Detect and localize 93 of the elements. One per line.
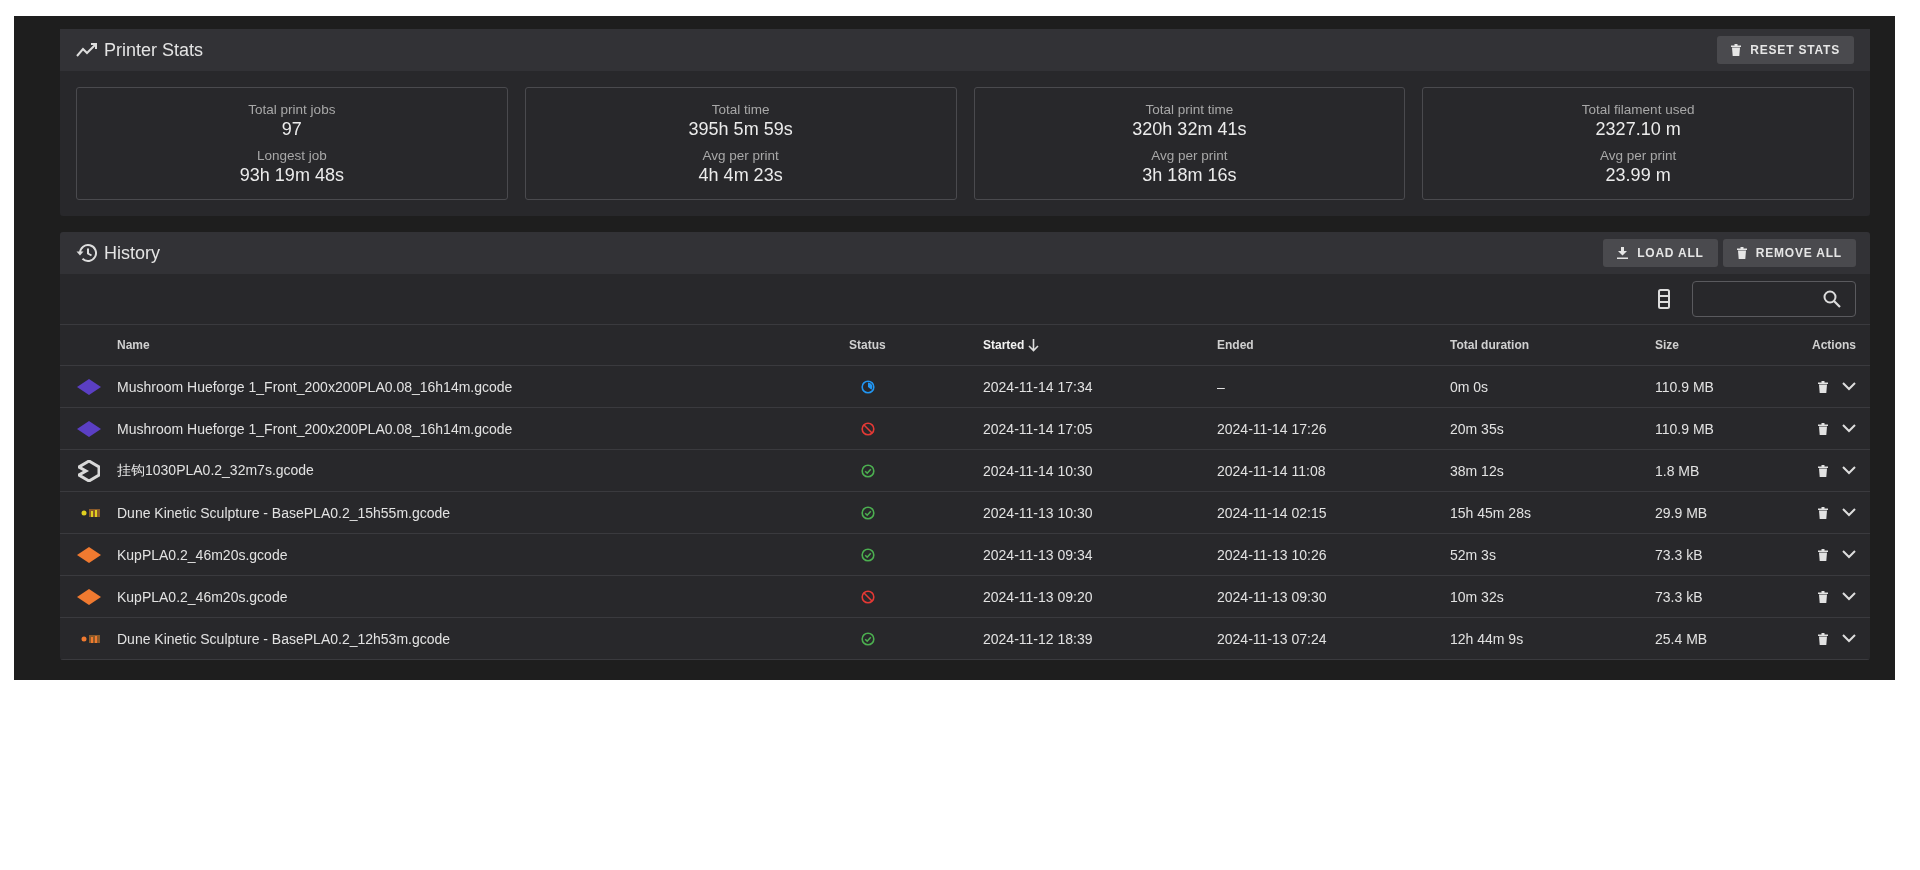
end-time: 2024-11-13 09:30 — [1217, 588, 1327, 605]
trash-icon — [1818, 548, 1828, 561]
stat-value: 3h 18m 16s — [1142, 164, 1237, 186]
reset-stats-button[interactable]: RESET STATS — [1717, 36, 1854, 64]
chevron-down-icon[interactable] — [1842, 508, 1856, 517]
stat-value: 4h 4m 23s — [698, 164, 783, 186]
chevron-down-icon[interactable] — [1842, 592, 1856, 601]
start-time: 2024-11-13 10:30 — [983, 504, 1093, 521]
delete-button[interactable] — [1818, 464, 1828, 477]
file-name[interactable]: Dune Kinetic Sculpture - BasePLA0.2_15h55m.gcode — [117, 504, 451, 521]
start-time: 2024-11-14 10:30 — [983, 462, 1093, 479]
trend-chart-icon — [76, 43, 98, 57]
file-size: 110.9 MB — [1655, 420, 1714, 437]
chevron-down-icon[interactable] — [1842, 466, 1856, 475]
end-time: 2024-11-13 10:26 — [1217, 546, 1327, 563]
load-all-button[interactable]: LOAD ALL — [1603, 239, 1718, 267]
delete-button[interactable] — [1818, 422, 1828, 435]
duration: 15h 45m 28s — [1450, 504, 1531, 521]
file-name[interactable]: 挂钩1030PLA0.2_32m7s.gcode — [117, 461, 314, 480]
stat-value: 2327.10 m — [1595, 118, 1681, 140]
file-name[interactable]: KupPLA0.2_46m20s.gcode — [117, 588, 288, 605]
stat-value: 23.99 m — [1605, 164, 1671, 186]
duration: 0m 0s — [1450, 378, 1489, 395]
delete-button[interactable] — [1818, 632, 1828, 645]
card-title: History — [104, 242, 160, 264]
search-icon — [1823, 290, 1841, 308]
stat-label: Avg per print — [1151, 147, 1228, 163]
column-header[interactable]: Total duration — [1450, 338, 1530, 352]
end-time: 2024-11-13 07:24 — [1217, 630, 1327, 647]
end-time: – — [1217, 378, 1225, 395]
columns-icon[interactable] — [1658, 289, 1670, 309]
file-size: 1.8 MB — [1655, 462, 1700, 479]
start-time: 2024-11-14 17:05 — [983, 420, 1093, 437]
stat-value: 93h 19m 48s — [239, 164, 344, 186]
trash-icon — [1731, 44, 1742, 56]
trash-icon — [1818, 464, 1828, 477]
trash-icon — [1818, 506, 1828, 519]
file-name[interactable]: Dune Kinetic Sculpture - BasePLA0.2_12h53m.gcode — [117, 630, 451, 647]
delete-button[interactable] — [1818, 590, 1828, 603]
end-time: 2024-11-14 11:08 — [1217, 462, 1326, 479]
duration: 12h 44m 9s — [1450, 630, 1524, 647]
delete-button[interactable] — [1818, 506, 1828, 519]
column-header[interactable]: Ended — [1217, 338, 1254, 352]
column-header[interactable]: Name — [117, 338, 150, 352]
column-header[interactable]: Started — [983, 338, 1025, 352]
stat-value: 97 — [281, 118, 302, 140]
start-time: 2024-11-12 18:39 — [983, 630, 1093, 647]
card-title: Printer Stats — [104, 39, 204, 61]
file-name[interactable]: Mushroom Hueforge 1_Front_200x200PLA0.08_16h14m.gcode — [117, 420, 513, 437]
trash-icon — [1818, 590, 1828, 603]
end-time: 2024-11-14 17:26 — [1217, 420, 1327, 437]
search-field[interactable] — [1692, 281, 1856, 317]
stat-label: Avg per print — [1599, 147, 1677, 163]
column-header[interactable]: Actions — [1812, 338, 1856, 352]
file-size: 73.3 kB — [1655, 546, 1703, 563]
file-name[interactable]: KupPLA0.2_46m20s.gcode — [117, 546, 288, 563]
file-size: 73.3 kB — [1655, 588, 1703, 605]
duration: 10m 32s — [1450, 588, 1504, 605]
stat-label: Total filament used — [1581, 101, 1695, 117]
file-size: 110.9 MB — [1655, 378, 1714, 395]
duration: 52m 3s — [1450, 546, 1496, 563]
file-name[interactable]: Mushroom Hueforge 1_Front_200x200PLA0.08_16h14m.gcode — [117, 378, 513, 395]
stat-label: Total print time — [1145, 101, 1234, 117]
duration: 38m 12s — [1450, 462, 1504, 479]
stat-label: Total print jobs — [248, 101, 336, 117]
start-time: 2024-11-13 09:20 — [983, 588, 1093, 605]
remove-all-button[interactable]: REMOVE ALL — [1722, 239, 1856, 267]
chevron-down-icon[interactable] — [1842, 634, 1856, 643]
chevron-down-icon[interactable] — [1842, 550, 1856, 559]
stat-label: Longest job — [256, 147, 327, 163]
trash-icon — [1818, 422, 1828, 435]
file-size: 29.9 MB — [1655, 504, 1708, 521]
start-time: 2024-11-13 09:34 — [983, 546, 1093, 563]
trash-icon — [1818, 380, 1828, 393]
file-size: 25.4 MB — [1655, 630, 1708, 647]
delete-button[interactable] — [1818, 548, 1828, 561]
chevron-down-icon[interactable] — [1842, 424, 1856, 433]
sort-arrow-icon — [1028, 338, 1040, 352]
trash-icon — [1818, 632, 1828, 645]
column-header[interactable]: Status — [849, 338, 886, 352]
history-icon — [76, 243, 98, 263]
start-time: 2024-11-14 17:34 — [983, 378, 1093, 395]
column-header[interactable]: Size — [1655, 338, 1679, 352]
chevron-down-icon[interactable] — [1842, 382, 1856, 391]
stat-value: 320h 32m 41s — [1132, 118, 1247, 140]
stat-label: Avg per print — [702, 147, 779, 163]
trash-icon — [1736, 247, 1747, 259]
stat-value: 395h 5m 59s — [688, 118, 793, 140]
stat-label: Total time — [711, 101, 770, 117]
download-icon — [1617, 247, 1629, 259]
delete-button[interactable] — [1818, 380, 1828, 393]
duration: 20m 35s — [1450, 420, 1504, 437]
end-time: 2024-11-14 02:15 — [1217, 504, 1327, 521]
